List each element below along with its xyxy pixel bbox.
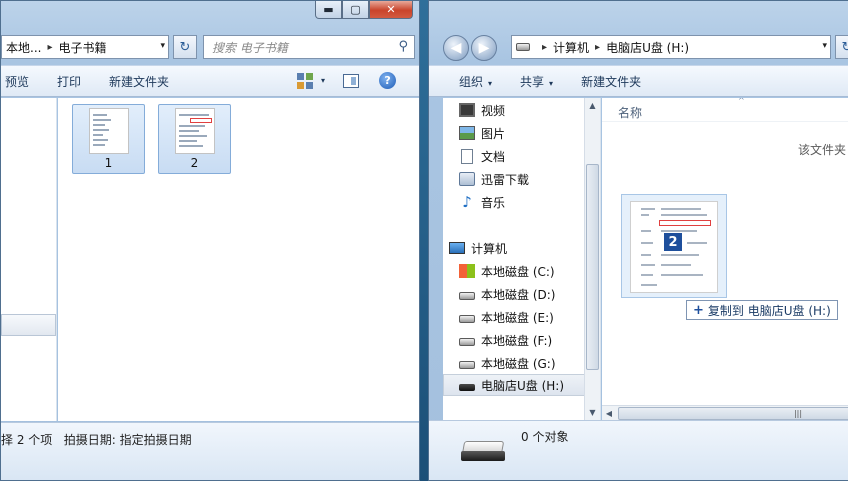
right-navigation-pane: 视频 图片 文档 迅雷下载 ♪ 音乐 计算机 本地磁盘 (C:) 本地磁盘 (D:… <box>443 98 601 421</box>
new-folder-button[interactable]: 新建文件夹 <box>95 73 183 90</box>
file-name: 1 <box>104 156 113 170</box>
nav-item-drive-h[interactable]: 电脑店U盘 (H:) <box>443 374 585 396</box>
left-details-pane: 择 2 个项 拍摄日期: 指定拍摄日期 <box>1 422 419 480</box>
breadcrumb-computer[interactable]: 计算机 <box>553 39 589 56</box>
breadcrumb-usb[interactable]: 电脑店U盘 (H:) <box>606 39 689 56</box>
scroll-left-icon[interactable]: ◀ <box>602 406 616 421</box>
download-icon <box>459 172 475 186</box>
view-dropdown-icon[interactable]: ▾ <box>321 76 325 85</box>
organize-button[interactable]: 组织 ▾ <box>429 73 506 90</box>
file-thumbnail <box>175 108 215 154</box>
nav-scroll-stub[interactable] <box>1 314 56 336</box>
breadcrumb-local[interactable]: 本地... <box>6 39 41 56</box>
status-text: 择 2 个项 拍摄日期: 指定拍摄日期 <box>1 433 192 447</box>
magnifier-icon[interactable]: ⚲ <box>398 39 408 54</box>
column-header-row: 名称 ^ <box>602 98 848 122</box>
video-icon <box>459 103 475 117</box>
empty-folder-text: 该文件夹 <box>798 143 847 157</box>
nav-item-computer[interactable]: 计算机 <box>449 237 600 259</box>
share-button[interactable]: 共享 ▾ <box>506 73 567 90</box>
drive-icon <box>459 315 475 323</box>
usb-drive-large-icon <box>459 439 507 465</box>
nav-item-documents[interactable]: 文档 <box>459 145 600 167</box>
minimize-button[interactable]: ▬ <box>315 1 342 19</box>
left-explorer-window: ▬ ▢ ✕ 本地... ▸ 电子书籍 ▾ ↻ 搜索 电子书籍 ⚲ 预览 打印 新… <box>0 0 420 481</box>
copy-plus-icon: + <box>693 302 704 318</box>
left-address-row: 本地... ▸ 电子书籍 ▾ ↻ 搜索 电子书籍 ⚲ <box>1 35 419 59</box>
drag-preview: 2 <box>621 194 727 298</box>
refresh-button[interactable]: ↻ <box>173 35 197 59</box>
left-toolbar-right: ▾ ? <box>297 72 397 89</box>
column-header-name[interactable]: 名称 <box>618 104 642 121</box>
breadcrumb-ebooks[interactable]: 电子书籍 <box>58 39 106 56</box>
refresh-button[interactable]: ↻ <box>835 35 848 59</box>
file-name: 2 <box>190 156 199 170</box>
left-caption-buttons: ▬ ▢ ✕ <box>315 1 413 19</box>
sort-arrow-icon: ^ <box>738 98 745 105</box>
music-icon: ♪ <box>462 193 472 211</box>
address-dropdown-icon[interactable]: ▾ <box>822 41 827 51</box>
change-view-icon[interactable] <box>297 72 313 89</box>
drive-icon <box>459 361 475 369</box>
drag-tooltip: + 复制到 电脑店U盘 (H:) <box>686 300 838 320</box>
nav-item-music[interactable]: ♪ 音乐 <box>459 191 600 213</box>
address-bar[interactable]: 本地... ▸ 电子书籍 ▾ <box>1 35 169 59</box>
nav-item-video[interactable]: 视频 <box>459 99 600 121</box>
left-command-bar: 预览 打印 新建文件夹 ▾ ? <box>1 65 419 97</box>
close-button[interactable]: ✕ <box>369 1 413 19</box>
computer-icon <box>449 242 465 254</box>
drag-tooltip-text: 复制到 电脑店U盘 (H:) <box>707 303 831 318</box>
content-scroll-thumb[interactable]: ||| <box>618 407 848 420</box>
drive-icon <box>459 292 475 300</box>
preview-button[interactable]: 预览 <box>1 73 43 90</box>
maximize-button[interactable]: ▢ <box>342 1 369 19</box>
breadcrumb-separator[interactable]: ▸ <box>542 42 547 53</box>
new-folder-button[interactable]: 新建文件夹 <box>567 73 655 90</box>
scroll-up-icon[interactable]: ▲ <box>585 98 600 114</box>
object-count-text: 0 个对象 <box>521 430 569 444</box>
address-bar[interactable]: ▸ 计算机 ▸ 电脑店U盘 (H:) ▾ <box>511 35 831 59</box>
file-thumbnail <box>89 108 129 154</box>
file-item-1[interactable]: 1 <box>72 104 145 174</box>
nav-item-drive-g[interactable]: 本地磁盘 (G:) <box>459 352 600 374</box>
right-command-bar: 组织 ▾ 共享 ▾ 新建文件夹 <box>429 65 848 97</box>
content-horizontal-scrollbar[interactable]: ◀ ||| <box>602 405 848 421</box>
drive-icon <box>459 338 475 346</box>
help-icon[interactable]: ? <box>379 72 397 89</box>
nav-vertical-scrollbar[interactable]: ▲ ▼ <box>584 98 600 421</box>
nav-item-xunlei[interactable]: 迅雷下载 <box>459 168 600 190</box>
breadcrumb-separator[interactable]: ▸ <box>47 42 52 53</box>
drag-count-badge: 2 <box>664 233 682 251</box>
file-item-2[interactable]: 2 <box>158 104 231 174</box>
left-navigation-pane <box>1 98 57 421</box>
print-button[interactable]: 打印 <box>43 73 95 90</box>
drive-icon <box>516 43 530 51</box>
address-dropdown-icon[interactable]: ▾ <box>160 41 165 51</box>
right-address-row: ▸ 计算机 ▸ 电脑店U盘 (H:) ▾ ↻ <box>429 35 848 59</box>
nav-scroll-thumb[interactable] <box>586 164 599 370</box>
nav-item-drive-c[interactable]: 本地磁盘 (C:) <box>459 260 600 282</box>
search-placeholder: 搜索 电子书籍 <box>212 40 288 55</box>
system-drive-icon <box>459 264 475 278</box>
breadcrumb-separator[interactable]: ▸ <box>595 42 600 53</box>
picture-icon <box>459 126 475 140</box>
preview-pane-icon[interactable] <box>343 73 360 88</box>
left-file-list: 1 2 <box>58 98 419 421</box>
nav-item-drive-d[interactable]: 本地磁盘 (D:) <box>459 283 600 305</box>
right-file-list: 名称 ^ 该文件夹 2 + 复制到 电脑店U盘 (H:) ◀ ||| <box>602 98 848 421</box>
document-icon <box>461 148 473 164</box>
search-input[interactable]: 搜索 电子书籍 ⚲ <box>203 35 415 59</box>
nav-item-pictures[interactable]: 图片 <box>459 122 600 144</box>
right-details-pane: 0 个对象 <box>429 420 848 480</box>
scroll-down-icon[interactable]: ▼ <box>585 405 600 421</box>
nav-item-drive-f[interactable]: 本地磁盘 (F:) <box>459 329 600 351</box>
right-explorer-window: ◀ ▶ ▸ 计算机 ▸ 电脑店U盘 (H:) ▾ ↻ 组织▾ 共享▾ 新建文件夹… <box>428 0 848 481</box>
usb-drive-icon <box>459 383 475 391</box>
nav-item-drive-e[interactable]: 本地磁盘 (E:) <box>459 306 600 328</box>
